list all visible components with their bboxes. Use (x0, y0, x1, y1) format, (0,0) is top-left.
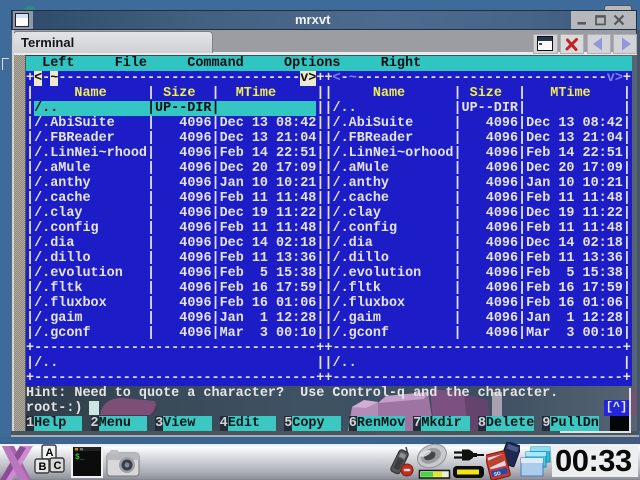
svg-text:$_: $_ (75, 453, 85, 462)
svg-text:B: B (39, 461, 47, 473)
svg-text:C: C (54, 460, 62, 472)
svg-text:A: A (46, 447, 54, 459)
